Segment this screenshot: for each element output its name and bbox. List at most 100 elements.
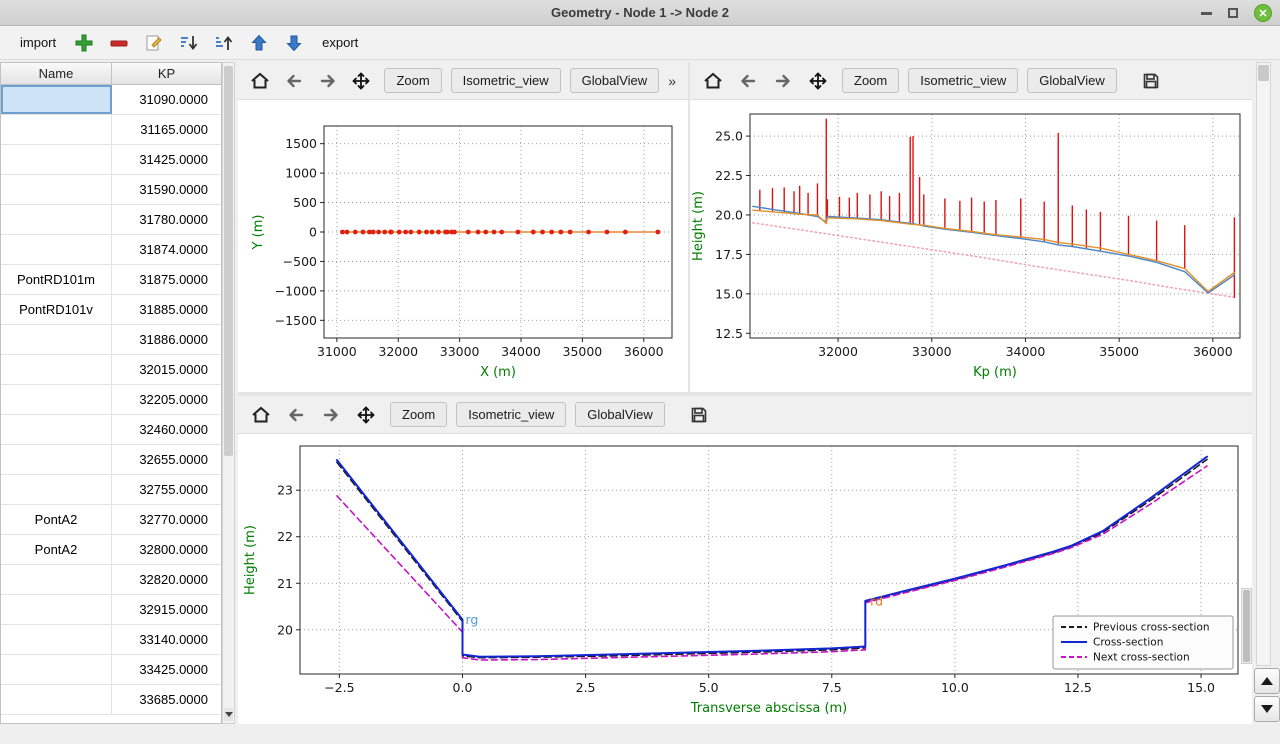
cell-name[interactable] bbox=[1, 85, 112, 114]
maximize-button[interactable] bbox=[1228, 8, 1238, 18]
cell-name[interactable]: PontA2 bbox=[1, 535, 112, 564]
cell-name[interactable] bbox=[1, 685, 112, 714]
cell-kp[interactable]: 32205.0000 bbox=[112, 385, 221, 414]
pane-scrollbar-thumb[interactable] bbox=[1243, 590, 1250, 662]
table-scrollbar[interactable] bbox=[222, 62, 235, 724]
cell-name[interactable] bbox=[1, 205, 112, 234]
column-header-kp[interactable]: KP bbox=[112, 63, 221, 84]
sort-descending-button[interactable] bbox=[176, 30, 202, 56]
table-row[interactable]: 31165.0000 bbox=[1, 115, 221, 145]
scroll-up-button[interactable] bbox=[1254, 668, 1280, 694]
cell-name[interactable] bbox=[1, 325, 112, 354]
table-row[interactable]: 33685.0000 bbox=[1, 685, 221, 715]
cell-kp[interactable]: 32800.0000 bbox=[112, 535, 221, 564]
sort-ascending-button[interactable] bbox=[211, 30, 237, 56]
zoom-button[interactable]: Zoom bbox=[842, 68, 899, 93]
edit-button[interactable] bbox=[141, 30, 167, 56]
zoom-button[interactable]: Zoom bbox=[384, 68, 441, 93]
table-scrollbar-thumb[interactable] bbox=[224, 66, 233, 456]
cell-kp[interactable]: 31780.0000 bbox=[112, 205, 221, 234]
close-button[interactable]: ✕ bbox=[1254, 4, 1272, 22]
forward-button[interactable] bbox=[316, 401, 346, 428]
cell-name[interactable]: PontRD101v bbox=[1, 295, 112, 324]
toolbar-overflow-button[interactable]: » bbox=[664, 73, 680, 89]
pan-button[interactable] bbox=[803, 67, 833, 94]
cell-kp[interactable]: 33140.0000 bbox=[112, 625, 221, 654]
table-row[interactable]: 32655.0000 bbox=[1, 445, 221, 475]
home-button[interactable] bbox=[698, 67, 728, 94]
table-row[interactable]: 32820.0000 bbox=[1, 565, 221, 595]
global-view-button[interactable]: GlobalView bbox=[570, 68, 660, 93]
cell-kp[interactable]: 31885.0000 bbox=[112, 295, 221, 324]
global-view-button[interactable]: GlobalView bbox=[1027, 68, 1117, 93]
import-button[interactable]: import bbox=[14, 32, 62, 53]
forward-button[interactable] bbox=[313, 67, 342, 94]
table-row[interactable]: 31590.0000 bbox=[1, 175, 221, 205]
scroll-down-button[interactable] bbox=[1254, 696, 1280, 722]
cell-kp[interactable]: 32770.0000 bbox=[112, 505, 221, 534]
table-row[interactable]: PontRD101m31875.0000 bbox=[1, 265, 221, 295]
cell-name[interactable] bbox=[1, 655, 112, 684]
cell-name[interactable] bbox=[1, 235, 112, 264]
cell-kp[interactable]: 31874.0000 bbox=[112, 235, 221, 264]
window-scrollbar-thumb[interactable] bbox=[1258, 65, 1269, 81]
table-row[interactable]: 31425.0000 bbox=[1, 145, 221, 175]
save-button[interactable] bbox=[684, 401, 714, 428]
table-scroll-down-button[interactable] bbox=[224, 708, 233, 721]
cell-kp[interactable]: 33425.0000 bbox=[112, 655, 221, 684]
table-row[interactable]: 32205.0000 bbox=[1, 385, 221, 415]
back-button[interactable] bbox=[280, 67, 309, 94]
pane-scrollbar[interactable] bbox=[1241, 588, 1252, 664]
table-row[interactable]: 31886.0000 bbox=[1, 325, 221, 355]
table-row[interactable]: PontA232770.0000 bbox=[1, 505, 221, 535]
cell-kp[interactable]: 31090.0000 bbox=[112, 85, 221, 114]
cell-name[interactable] bbox=[1, 595, 112, 624]
table-row[interactable]: 32915.0000 bbox=[1, 595, 221, 625]
cell-kp[interactable]: 32755.0000 bbox=[112, 475, 221, 504]
table-row[interactable]: PontRD101v31885.0000 bbox=[1, 295, 221, 325]
profile-chart[interactable]: 320003300034000350003600012.515.017.520.… bbox=[690, 100, 1252, 392]
table-row[interactable]: PontA232800.0000 bbox=[1, 535, 221, 565]
table-row[interactable]: 31090.0000 bbox=[1, 85, 221, 115]
zoom-button[interactable]: Zoom bbox=[390, 402, 447, 427]
minimize-button[interactable] bbox=[1201, 12, 1212, 15]
cell-name[interactable] bbox=[1, 145, 112, 174]
remove-row-button[interactable] bbox=[106, 30, 132, 56]
cell-kp[interactable]: 32655.0000 bbox=[112, 445, 221, 474]
cell-kp[interactable]: 31875.0000 bbox=[112, 265, 221, 294]
home-button[interactable] bbox=[246, 67, 275, 94]
isometric-view-button[interactable]: Isometric_view bbox=[451, 68, 561, 93]
home-button[interactable] bbox=[246, 401, 276, 428]
cell-name[interactable] bbox=[1, 625, 112, 654]
table-row[interactable]: 31874.0000 bbox=[1, 235, 221, 265]
cell-kp[interactable]: 31425.0000 bbox=[112, 145, 221, 174]
window-scrollbar[interactable] bbox=[1256, 62, 1271, 666]
table-row[interactable]: 33425.0000 bbox=[1, 655, 221, 685]
table-row[interactable]: 31780.0000 bbox=[1, 205, 221, 235]
cell-kp[interactable]: 33685.0000 bbox=[112, 685, 221, 714]
table-row[interactable]: 33140.0000 bbox=[1, 625, 221, 655]
cell-name[interactable]: PontA2 bbox=[1, 505, 112, 534]
add-row-button[interactable] bbox=[71, 30, 97, 56]
cell-name[interactable] bbox=[1, 565, 112, 594]
cell-kp[interactable]: 32820.0000 bbox=[112, 565, 221, 594]
back-button[interactable] bbox=[733, 67, 763, 94]
cell-kp[interactable]: 31590.0000 bbox=[112, 175, 221, 204]
cell-kp[interactable]: 31886.0000 bbox=[112, 325, 221, 354]
cross-section-chart[interactable]: −2.50.02.55.07.510.012.515.020212223rgrd… bbox=[238, 434, 1252, 724]
table-row[interactable]: 32460.0000 bbox=[1, 415, 221, 445]
cell-name[interactable] bbox=[1, 475, 112, 504]
cell-name[interactable]: PontRD101m bbox=[1, 265, 112, 294]
column-header-name[interactable]: Name bbox=[1, 63, 112, 84]
move-up-button[interactable] bbox=[246, 30, 272, 56]
pan-button[interactable] bbox=[351, 401, 381, 428]
forward-button[interactable] bbox=[768, 67, 798, 94]
cell-name[interactable] bbox=[1, 355, 112, 384]
global-view-button[interactable]: GlobalView bbox=[575, 402, 665, 427]
plan-view-chart[interactable]: 310003200033000340003500036000−1500−1000… bbox=[238, 100, 688, 392]
cell-name[interactable] bbox=[1, 115, 112, 144]
isometric-view-button[interactable]: Isometric_view bbox=[908, 68, 1018, 93]
cell-name[interactable] bbox=[1, 385, 112, 414]
cell-name[interactable] bbox=[1, 445, 112, 474]
move-down-button[interactable] bbox=[281, 30, 307, 56]
